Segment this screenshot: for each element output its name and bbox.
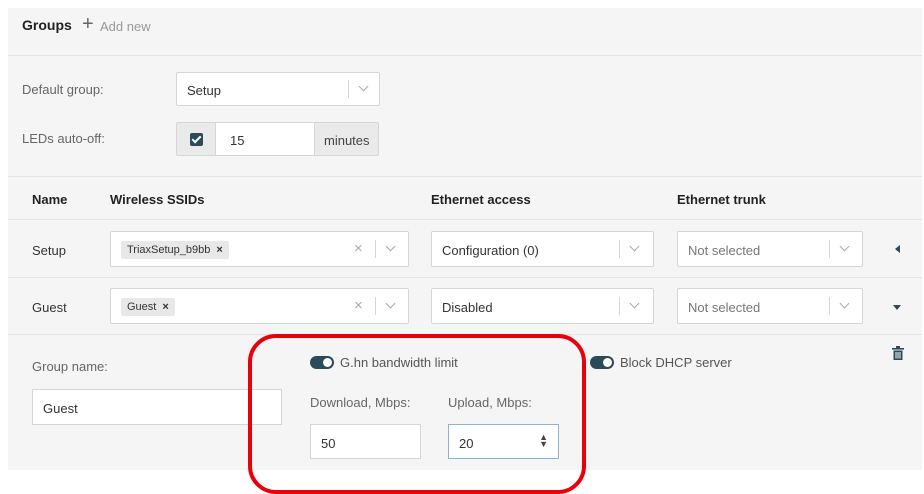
- dhcp-toggle[interactable]: [590, 356, 614, 369]
- leds-minutes-value: 15: [230, 133, 245, 148]
- ethernet-access-select-setup[interactable]: Configuration (0): [431, 231, 654, 267]
- leds-checkbox[interactable]: [190, 133, 203, 146]
- ssid-select-guest[interactable]: Guest × ×: [110, 288, 409, 324]
- col-name: Name: [32, 192, 68, 207]
- divider: [8, 219, 922, 220]
- ssid-tag-label: TriaxSetup_b9bb: [127, 244, 211, 256]
- clear-icon[interactable]: ×: [354, 297, 363, 314]
- leds-checkbox-addon[interactable]: [176, 122, 216, 156]
- col-wireless-ssids: Wireless SSIDs: [110, 192, 205, 207]
- chevron-down-icon[interactable]: [839, 241, 850, 252]
- ssid-tag-label: Guest: [127, 301, 157, 313]
- minutes-addon: minutes: [314, 122, 379, 156]
- group-name-input[interactable]: Guest: [32, 389, 282, 425]
- ssid-select-setup[interactable]: TriaxSetup_b9bb × ×: [110, 231, 409, 267]
- tag-remove-icon[interactable]: ×: [216, 244, 222, 256]
- default-group-select[interactable]: Setup: [176, 72, 380, 106]
- trash-icon[interactable]: [892, 346, 904, 360]
- chevron-down-icon[interactable]: [629, 298, 640, 309]
- ethernet-access-value: Disabled: [442, 300, 493, 315]
- default-group-value: Setup: [187, 83, 221, 98]
- leds-label: LEDs auto-off:: [22, 131, 105, 146]
- row-name-setup: Setup: [32, 243, 66, 258]
- ethernet-access-select-guest[interactable]: Disabled: [431, 288, 654, 324]
- ssid-tag: Guest ×: [121, 298, 175, 316]
- select-divider: [619, 297, 620, 315]
- divider: [8, 176, 922, 177]
- ethernet-trunk-value: Not selected: [688, 300, 761, 315]
- ethernet-trunk-select-guest[interactable]: Not selected: [677, 288, 863, 324]
- divider: [8, 277, 922, 278]
- col-ethernet-access: Ethernet access: [431, 192, 531, 207]
- default-group-label: Default group:: [22, 82, 104, 97]
- leds-minutes-input[interactable]: 15: [215, 122, 315, 156]
- caret-left-icon[interactable]: [895, 245, 900, 253]
- col-ethernet-trunk: Ethernet trunk: [677, 192, 766, 207]
- select-divider: [619, 240, 620, 258]
- chevron-down-icon[interactable]: [629, 241, 640, 252]
- divider: [8, 55, 922, 56]
- plus-icon[interactable]: +: [82, 14, 94, 34]
- chevron-down-icon[interactable]: [839, 298, 850, 309]
- add-new-link[interactable]: Add new: [100, 19, 151, 34]
- select-divider: [375, 240, 376, 258]
- chevron-down-icon[interactable]: [358, 81, 369, 92]
- group-name-value: Guest: [43, 401, 78, 416]
- select-divider: [348, 80, 349, 98]
- ssid-tag: TriaxSetup_b9bb ×: [121, 241, 229, 259]
- ethernet-trunk-value: Not selected: [688, 243, 761, 258]
- page-title: Groups: [22, 17, 72, 33]
- chevron-down-icon[interactable]: [385, 241, 396, 252]
- clear-icon[interactable]: ×: [354, 240, 363, 257]
- row-name-guest: Guest: [32, 300, 67, 315]
- caret-down-icon[interactable]: [893, 305, 901, 310]
- select-divider: [829, 240, 830, 258]
- dhcp-label: Block DHCP server: [620, 355, 732, 370]
- ethernet-access-value: Configuration (0): [442, 243, 539, 258]
- select-divider: [829, 297, 830, 315]
- ethernet-trunk-select-setup[interactable]: Not selected: [677, 231, 863, 267]
- tag-remove-icon[interactable]: ×: [162, 301, 168, 313]
- minutes-label: minutes: [324, 133, 370, 148]
- chevron-down-icon[interactable]: [385, 298, 396, 309]
- select-divider: [375, 297, 376, 315]
- group-name-label: Group name:: [32, 359, 108, 374]
- highlight-annotation: [248, 334, 586, 494]
